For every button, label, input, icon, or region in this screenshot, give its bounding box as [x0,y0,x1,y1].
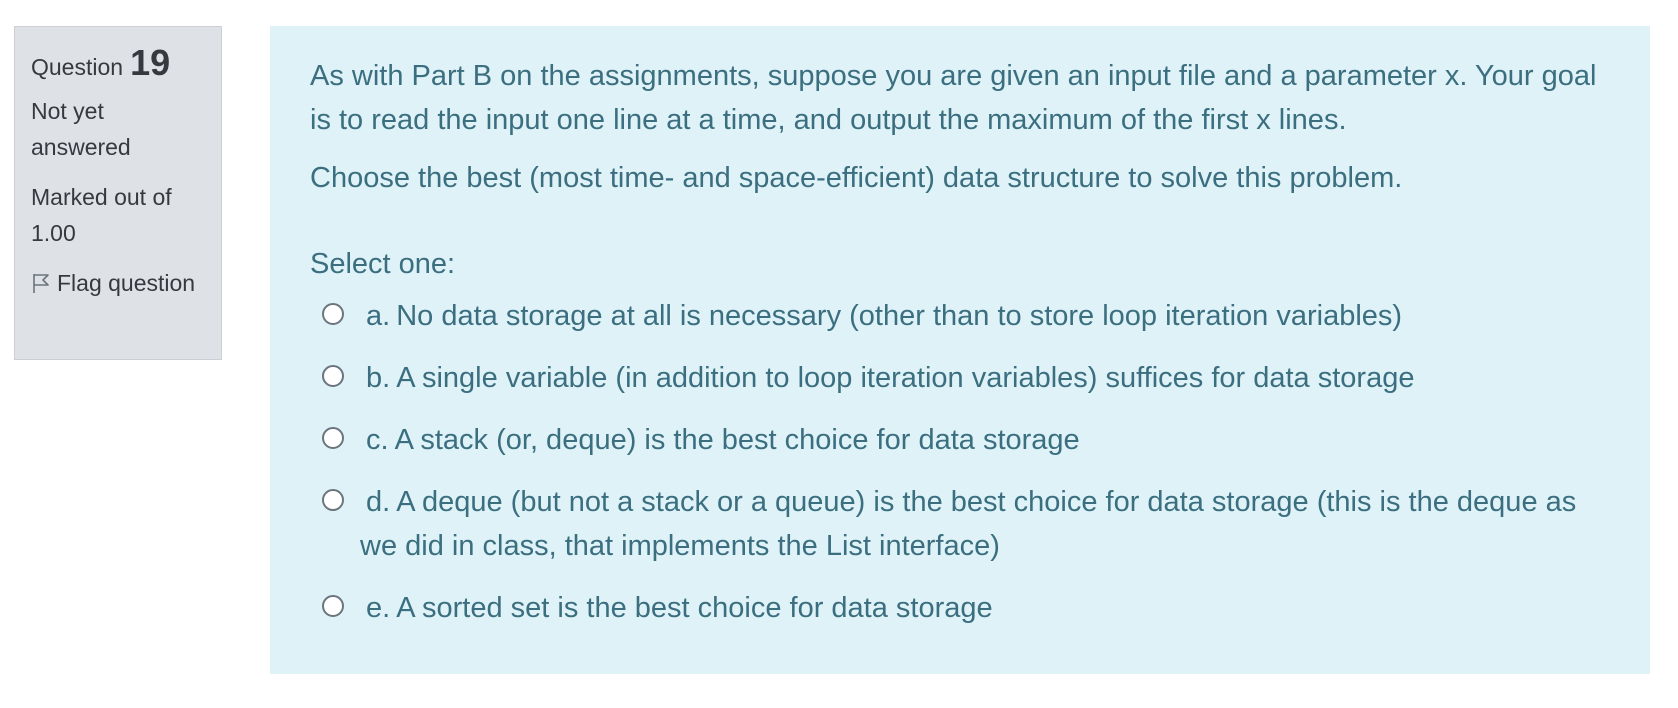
answer-label: b. A single variable (in addition to loop… [360,356,1414,400]
flag-question-link[interactable]: Flag question [31,265,205,301]
answer-option-d[interactable]: d. A deque (but not a stack or a queue) i… [310,480,1610,568]
select-one-prompt: Select one: [310,248,456,280]
answer-option-e[interactable]: e. A sorted set is the best choice for da… [310,586,1610,630]
question-label: Question [31,54,124,80]
flag-question-label: Flag question [57,270,196,296]
question-state: Not yet answered [31,98,131,160]
radio-button[interactable] [322,427,344,449]
answer-text: No data storage at all is necessary (oth… [396,300,1403,332]
question-text: As with Part B on the assignments, suppo… [310,54,1610,200]
question-info-panel: Question 19 Not yet answered Marked out … [14,26,222,360]
radio-button[interactable] [322,489,344,511]
answer-list: a. No data storage at all is necessary (o… [310,294,1610,630]
question-content: As with Part B on the assignments, suppo… [270,26,1650,674]
question-grade: Marked out of 1.00 [31,184,172,246]
flag-icon [31,268,51,293]
question-number-value: 19 [130,42,171,83]
radio-button[interactable] [322,303,344,325]
answer-option-c[interactable]: c. A stack (or, deque) is the best choice… [310,418,1610,462]
answer-letter: b. [366,362,391,394]
answer-letter: e. [366,592,391,624]
answer-option-a[interactable]: a. No data storage at all is necessary (o… [310,294,1610,338]
radio-button[interactable] [322,595,344,617]
answer-text: A stack (or, deque) is the best choice f… [394,424,1080,456]
answer-label: e. A sorted set is the best choice for da… [360,586,993,630]
answer-letter: a. [366,300,391,332]
answer-label: d. A deque (but not a stack or a queue) i… [360,480,1600,568]
question-number: Question 19 [31,45,205,81]
answer-option-b[interactable]: b. A single variable (in addition to loop… [310,356,1610,400]
answer-text: A deque (but not a stack or a queue) is … [360,486,1577,562]
question-paragraph: As with Part B on the assignments, suppo… [310,60,1597,136]
answer-letter: c. [366,424,389,456]
answer-text: A single variable (in addition to loop i… [396,362,1415,394]
answer-label: c. A stack (or, deque) is the best choice… [360,418,1080,462]
answer-label: a. No data storage at all is necessary (o… [360,294,1402,338]
radio-button[interactable] [322,365,344,387]
answer-text: A sorted set is the best choice for data… [396,592,993,624]
answer-letter: d. [366,486,391,518]
question-paragraph: Choose the best (most time- and space-ef… [310,162,1403,194]
